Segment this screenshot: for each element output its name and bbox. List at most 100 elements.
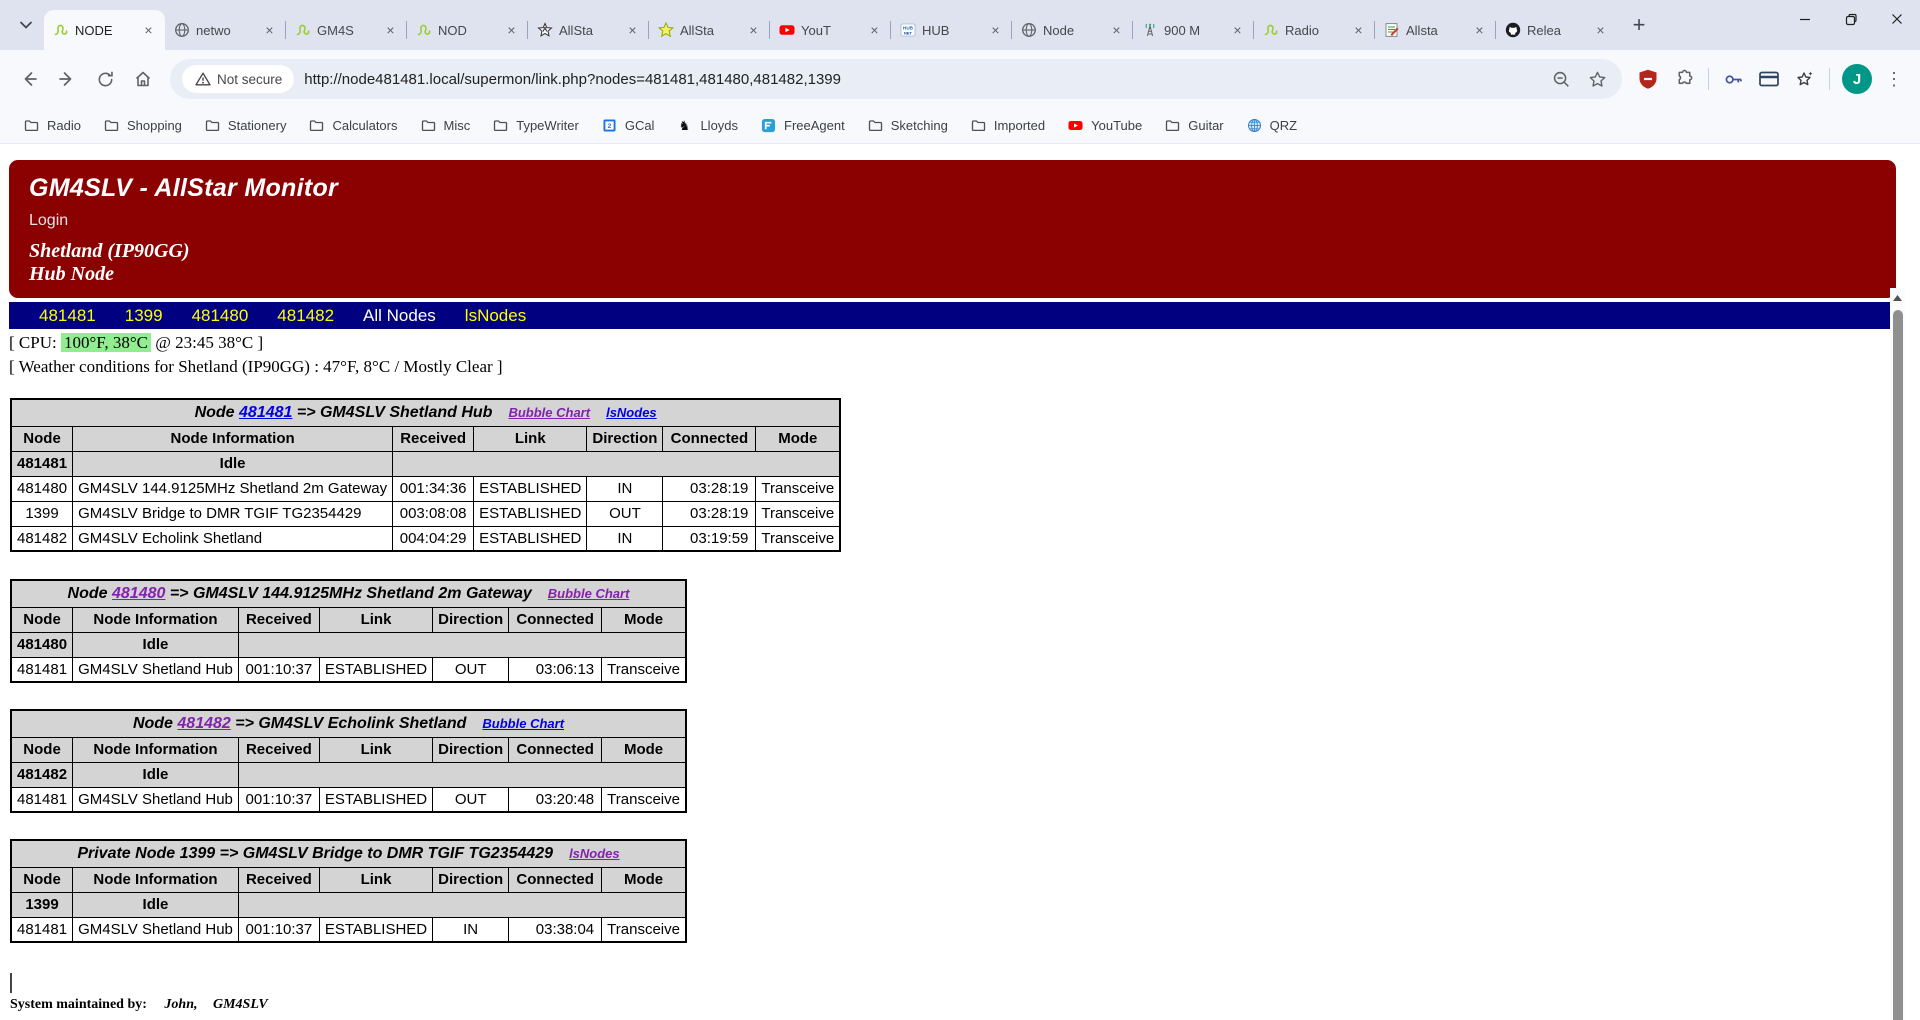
address-bar[interactable]: Not secure http://node481481.local/super… bbox=[170, 59, 1622, 99]
bookmark-item[interactable]: 2GCal bbox=[592, 113, 664, 138]
tab-close-icon[interactable]: × bbox=[624, 22, 641, 39]
idle-status: Idle bbox=[73, 762, 239, 787]
navbar-link[interactable]: 481482 bbox=[277, 306, 334, 326]
idle-status: Idle bbox=[73, 892, 239, 917]
profile-avatar[interactable]: J bbox=[1842, 64, 1872, 94]
login-link[interactable]: Login bbox=[29, 212, 1896, 230]
table-extra-link[interactable]: Bubble Chart bbox=[508, 405, 590, 420]
tab-close-icon[interactable]: × bbox=[866, 22, 883, 39]
tab-close-icon[interactable]: × bbox=[1108, 22, 1125, 39]
bookmark-item[interactable]: Misc bbox=[411, 113, 480, 138]
tab-close-icon[interactable]: × bbox=[1350, 22, 1367, 39]
bookmark-item[interactable]: Imported bbox=[961, 113, 1054, 138]
toolbar-separator bbox=[1708, 68, 1709, 90]
adblock-shield-icon[interactable] bbox=[1632, 63, 1664, 95]
column-header: Node Information bbox=[73, 737, 239, 762]
browser-tab[interactable]: HUBNETHUB× bbox=[891, 10, 1012, 50]
url-text[interactable]: http://node481481.local/supermon/link.ph… bbox=[304, 71, 1538, 88]
scroll-up-icon[interactable] bbox=[1890, 290, 1905, 305]
cell-node: 481481 bbox=[11, 917, 73, 942]
navbar-link[interactable]: 1399 bbox=[125, 306, 163, 326]
tab-search-icon[interactable] bbox=[8, 7, 44, 43]
tab-close-icon[interactable]: × bbox=[745, 22, 762, 39]
tab-title: 900 M bbox=[1164, 23, 1223, 38]
reload-icon[interactable] bbox=[88, 62, 122, 96]
browser-tab[interactable]: Radio× bbox=[1254, 10, 1375, 50]
forward-icon[interactable] bbox=[50, 62, 84, 96]
column-header: Connected bbox=[509, 737, 602, 762]
node-number-link[interactable]: 481480 bbox=[112, 585, 165, 602]
node-number-link[interactable]: 481482 bbox=[177, 715, 230, 732]
browser-tab[interactable]: NOD× bbox=[407, 10, 528, 50]
browser-tab[interactable]: netwo× bbox=[165, 10, 286, 50]
navbar-link[interactable]: All Nodes bbox=[363, 306, 436, 326]
restore-button[interactable] bbox=[1828, 0, 1874, 38]
bookmark-item[interactable]: QRZ bbox=[1237, 113, 1306, 138]
column-header: Node bbox=[11, 737, 73, 762]
browser-tab[interactable]: AllSta× bbox=[649, 10, 770, 50]
bookmark-item[interactable]: TypeWriter bbox=[483, 113, 588, 138]
chrome-menu-icon[interactable]: ⋮ bbox=[1880, 69, 1908, 90]
column-header: Direction bbox=[433, 607, 509, 632]
table-extra-link[interactable]: lsNodes bbox=[569, 846, 620, 861]
navbar-link[interactable]: 481480 bbox=[192, 306, 249, 326]
idle-row: 1399Idle bbox=[11, 892, 686, 917]
tab-close-icon[interactable]: × bbox=[987, 22, 1004, 39]
browser-tab[interactable]: Relea× bbox=[1496, 10, 1617, 50]
minimize-button[interactable] bbox=[1782, 0, 1828, 38]
bookmark-item[interactable]: FreeAgent bbox=[751, 113, 854, 138]
browser-tab[interactable]: Node× bbox=[1012, 10, 1133, 50]
cell-node: 1399 bbox=[11, 501, 73, 526]
table-extra-link[interactable]: Bubble Chart bbox=[548, 586, 630, 601]
bookmark-item[interactable]: Calculators bbox=[299, 113, 406, 138]
tab-close-icon[interactable]: × bbox=[382, 22, 399, 39]
bookmark-item[interactable]: YouTube bbox=[1058, 113, 1151, 138]
tab-close-icon[interactable]: × bbox=[1592, 22, 1609, 39]
password-key-icon[interactable] bbox=[1717, 63, 1749, 95]
tab-close-icon[interactable]: × bbox=[261, 22, 278, 39]
bookmark-item[interactable]: Guitar bbox=[1155, 113, 1232, 138]
browser-tab[interactable]: NODE× bbox=[44, 10, 165, 50]
table-title: Node bbox=[68, 585, 112, 602]
table-extra-link[interactable]: lsNodes bbox=[606, 405, 657, 420]
folder-icon bbox=[492, 117, 509, 134]
bookmark-item[interactable]: Shopping bbox=[94, 113, 191, 138]
text-cursor-mark bbox=[10, 973, 12, 993]
close-window-button[interactable] bbox=[1874, 0, 1920, 38]
browser-tab[interactable]: 900 M × bbox=[1133, 10, 1254, 50]
tab-title: YouT bbox=[801, 23, 860, 38]
folder-icon bbox=[103, 117, 120, 134]
security-chip[interactable]: Not secure bbox=[182, 65, 294, 93]
column-header: Connected bbox=[663, 426, 756, 451]
tab-close-icon[interactable]: × bbox=[1471, 22, 1488, 39]
table-extra-link[interactable]: Bubble Chart bbox=[482, 716, 564, 731]
favorites-star-icon[interactable] bbox=[1789, 63, 1821, 95]
extensions-puzzle-icon[interactable] bbox=[1668, 63, 1700, 95]
bookmark-item[interactable]: Stationery bbox=[195, 113, 296, 138]
back-icon[interactable] bbox=[12, 62, 46, 96]
zoom-out-icon[interactable] bbox=[1548, 66, 1574, 92]
browser-tab[interactable]: AAllSta× bbox=[528, 10, 649, 50]
navbar-link[interactable]: 481481 bbox=[39, 306, 96, 326]
cell-connected: 03:38:04 bbox=[509, 917, 602, 942]
new-tab-button[interactable]: + bbox=[1621, 7, 1657, 43]
browser-tab[interactable]: YouT × bbox=[770, 10, 891, 50]
table-title: Private Node 1399 bbox=[77, 845, 215, 862]
node-number-link[interactable]: 481481 bbox=[239, 404, 292, 421]
tab-strip: NODE×netwo×GM4S×NOD×AAllSta×AllSta× YouT ×… bbox=[0, 0, 1920, 50]
tab-close-icon[interactable]: × bbox=[503, 22, 520, 39]
navbar-link[interactable]: lsNodes bbox=[465, 306, 526, 326]
home-icon[interactable] bbox=[126, 62, 160, 96]
browser-tab[interactable]: GM4S× bbox=[286, 10, 407, 50]
scrollbar-thumb[interactable] bbox=[1893, 310, 1903, 1020]
browser-tab[interactable]: Allsta× bbox=[1375, 10, 1496, 50]
payment-card-icon[interactable] bbox=[1753, 63, 1785, 95]
tab-close-icon[interactable]: × bbox=[1229, 22, 1246, 39]
bookmark-item[interactable]: ♞Lloyds bbox=[667, 113, 747, 138]
bookmark-item[interactable]: Sketching bbox=[858, 113, 957, 138]
bookmark-item[interactable]: Radio bbox=[14, 113, 90, 138]
page-scrollbar[interactable] bbox=[1890, 288, 1905, 1020]
tab-close-icon[interactable]: × bbox=[140, 22, 157, 39]
bookmark-star-icon[interactable] bbox=[1584, 66, 1610, 92]
node-table: Node 481482 => GM4SLV Echolink ShetlandB… bbox=[10, 709, 687, 813]
